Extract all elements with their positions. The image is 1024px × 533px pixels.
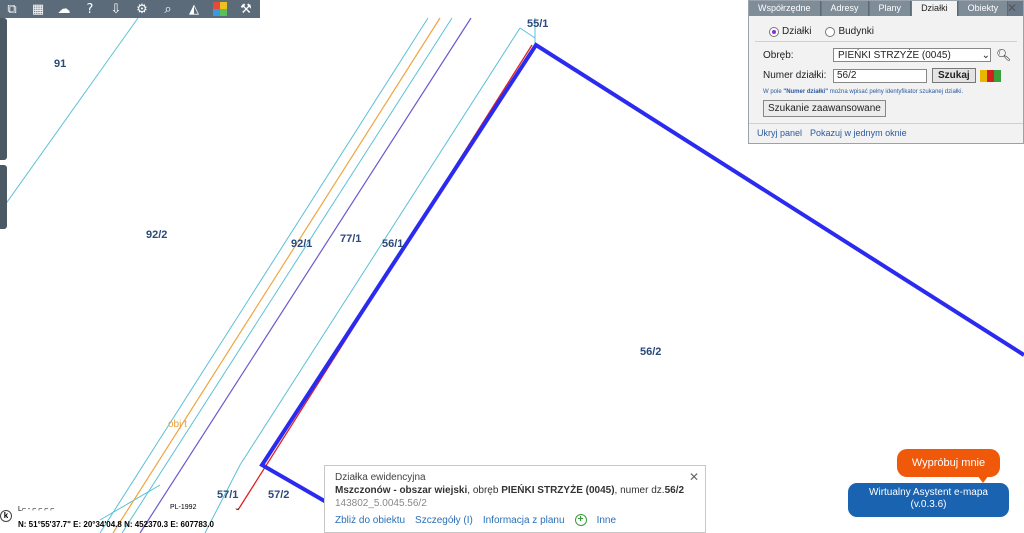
search-type-radios: Działki Budynki xyxy=(755,16,1017,42)
parcel-line xyxy=(121,17,453,533)
cloud-download-icon[interactable]: ⇩ xyxy=(106,1,126,17)
coordinates-readout: N: 51°55'37.7" E: 20°34'04.8 N: 452370.3… xyxy=(18,520,214,529)
parcel-info-popup: ✕ Działka ewidencyjna Mszczonów - obszar… xyxy=(324,465,706,533)
tab-plany[interactable]: Plany xyxy=(869,1,912,16)
parcel-line xyxy=(99,484,161,521)
orange-line xyxy=(112,17,441,533)
search-panel: Współrzędne Adresy Plany Działki Obiekty… xyxy=(748,0,1024,144)
numer-row: Numer działki: 56/2 Szukaj xyxy=(749,68,1023,83)
purple-line xyxy=(139,17,472,533)
hide-panel-link[interactable]: Ukryj panel xyxy=(757,128,802,138)
search-tabs: Współrzędne Adresy Plany Działki Obiekty xyxy=(749,1,1023,16)
chevron-down-icon: ⌄ xyxy=(234,505,240,512)
scale-bar: L⌐ - ⌐ ⌐ ⌐ ⌐ xyxy=(18,506,55,513)
obreb-label: Obręb: xyxy=(763,49,794,61)
crs-value: PL-1992 xyxy=(170,504,197,511)
parcel-label-57-1: 57/1 xyxy=(217,489,239,501)
tools-icon[interactable]: ⚒ xyxy=(236,1,256,17)
search-icon[interactable]: 🔍︎ xyxy=(996,48,1011,62)
palette-icon[interactable] xyxy=(210,1,230,17)
parcel-line xyxy=(99,17,429,533)
grid-icon[interactable]: ▦ xyxy=(28,1,48,17)
zoom-to-object-link[interactable]: Zbliż do obiektu xyxy=(335,515,405,526)
zoom-icon[interactable]: ⌕ xyxy=(158,1,178,17)
panel-links: Ukryj panel Pokazuj w jednym oknie xyxy=(749,123,1023,142)
radio-budynki[interactable]: Budynki xyxy=(825,26,874,37)
close-icon[interactable]: ✕ xyxy=(1007,1,1017,15)
parcel-id: 143802_5.0045.56/2 xyxy=(335,498,427,509)
tab-adresy[interactable]: Adresy xyxy=(821,1,869,16)
tab-obiekty[interactable]: Obiekty xyxy=(958,1,1009,16)
parcel-label-56-1: 56/1 xyxy=(382,238,404,250)
single-window-link[interactable]: Pokazuj w jednym oknie xyxy=(810,128,907,138)
top-toolbar: ⧉ ▦ ☁ ? ⇩ ⚙ ⌕ ◭ ⚒ xyxy=(0,0,260,18)
numer-label: Numer działki: xyxy=(763,70,827,81)
numer-dzialki-input[interactable]: 56/2 xyxy=(833,68,927,83)
parcel-label-57-2: 57/2 xyxy=(268,489,290,501)
parcel-label-91: 91 xyxy=(54,58,67,70)
parcel-label-55-1: 55/1 xyxy=(527,18,549,30)
help-icon[interactable]: ? xyxy=(80,1,100,17)
parcel-label-77-1: 77/1 xyxy=(340,233,362,245)
radio-label: Budynki xyxy=(838,26,875,37)
assistant-version: (v.0.3.6) xyxy=(910,499,947,510)
other-link[interactable]: Inne xyxy=(597,515,616,526)
map-icon[interactable]: ☁ xyxy=(54,1,74,17)
assistant-title: Wirtualny Asystent e-mapa xyxy=(869,487,988,498)
search-hint: W pole "Numer działki" można wpisać pełn… xyxy=(763,89,964,95)
obreb-select[interactable]: PIEŃKI STRZYŻE (0045) ⌄ xyxy=(833,48,991,62)
radio-dzialki[interactable]: Działki xyxy=(769,26,811,37)
plus-icon[interactable]: + xyxy=(574,514,587,526)
obreb-row: Obręb: PIEŃKI STRZYŻE (0045) ⌄ 🔍︎ xyxy=(749,48,1023,62)
object-label: obj t xyxy=(168,419,187,430)
north-arrow-icon: k xyxy=(0,510,12,522)
parcel-line xyxy=(0,17,139,213)
radio-dot xyxy=(769,26,779,37)
plan-info-link[interactable]: Informacja z planu xyxy=(483,515,565,526)
try-me-bubble[interactable]: Wypróbuj mnie xyxy=(897,449,1000,483)
layers-icon[interactable]: ⧉ xyxy=(2,1,22,17)
radio-dot xyxy=(825,26,836,37)
close-icon[interactable]: ✕ xyxy=(689,470,699,484)
left-panel-handle-2[interactable] xyxy=(0,165,7,229)
obreb-value: PIEŃKI STRZYŻE (0045) xyxy=(838,49,951,61)
tab-dzialki[interactable]: Działki xyxy=(912,1,958,16)
measure-icon[interactable]: ◭ xyxy=(184,1,204,17)
advanced-search-button[interactable]: Szukanie zaawansowane xyxy=(763,100,886,117)
popup-title: Działka ewidencyjna xyxy=(335,472,426,483)
parcel-label-92-2: 92/2 xyxy=(146,229,168,241)
tab-wspolrzedne[interactable]: Współrzędne xyxy=(749,1,821,16)
left-panel-handle[interactable] xyxy=(0,18,7,160)
szukaj-button[interactable]: Szukaj xyxy=(932,68,976,83)
virtual-assistant-button[interactable]: Wirtualny Asystent e-mapa (v.0.3.6) xyxy=(848,483,1009,517)
crs-select[interactable]: PL-1992 ⌄ xyxy=(170,504,240,515)
chevron-down-icon: ⌄ xyxy=(981,49,990,61)
color-legend-icon[interactable] xyxy=(979,69,1001,82)
details-link[interactable]: Szczegóły (I) xyxy=(415,515,473,526)
parcel-label-92-1: 92/1 xyxy=(291,238,313,250)
popup-description: Mszczonów - obszar wiejski, obręb PIEŃKI… xyxy=(335,485,685,496)
parcel-label-56-2: 56/2 xyxy=(640,346,662,358)
radio-label: Działki xyxy=(782,26,812,37)
settings-icon[interactable]: ⚙ xyxy=(132,1,152,17)
popup-links: Zbliż do obiektu Szczegóły (I) Informacj… xyxy=(335,514,695,526)
